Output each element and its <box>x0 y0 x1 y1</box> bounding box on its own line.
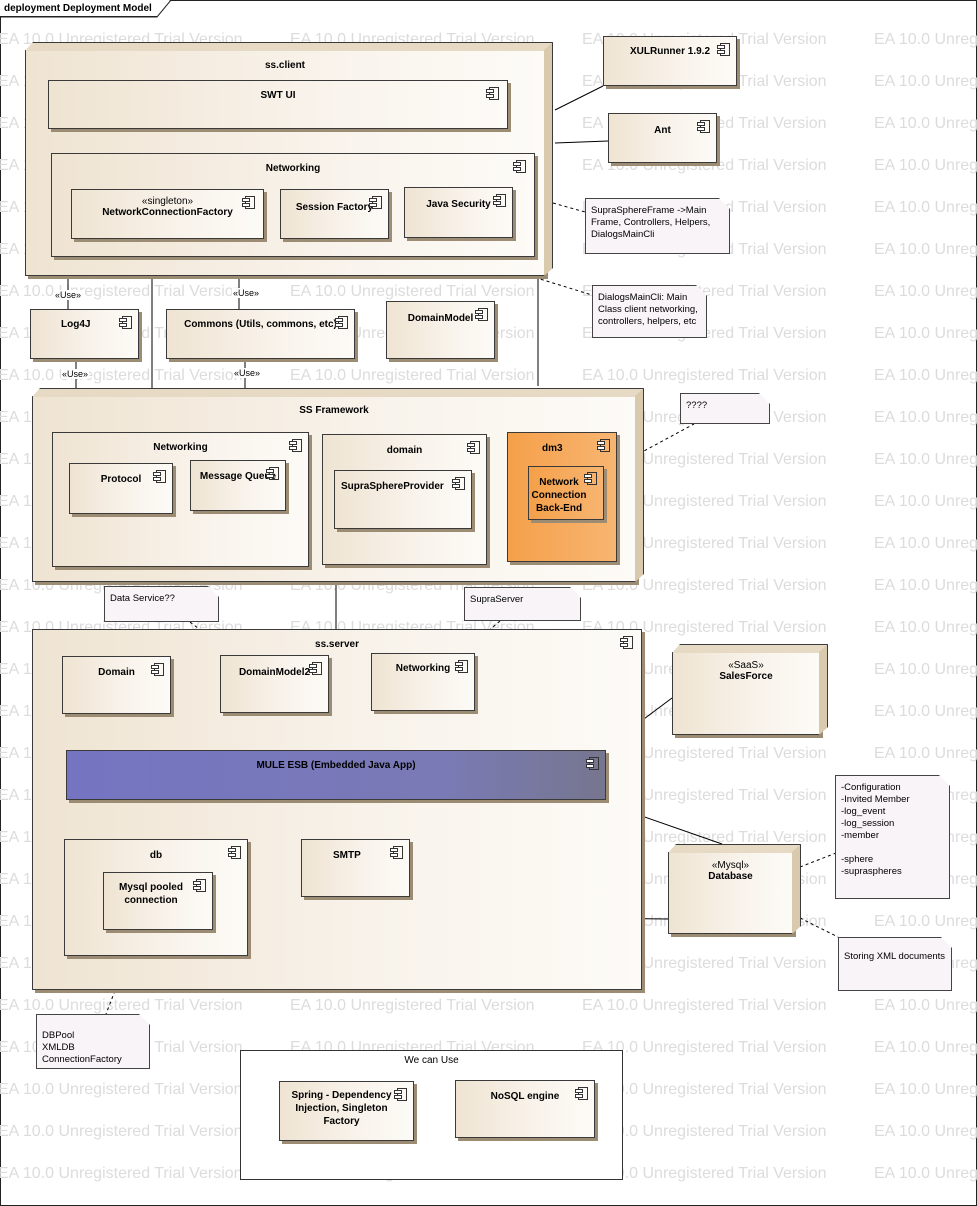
salesforce-node[interactable]: «SaaS» SalesForce <box>672 652 820 735</box>
component-icon <box>151 663 164 676</box>
component-icon <box>597 439 610 452</box>
database-node[interactable]: «Mysql» Database <box>668 852 793 934</box>
frame-title: deployment Deployment Model <box>0 0 170 17</box>
component-icon <box>266 467 279 480</box>
component-icon <box>335 316 348 329</box>
component-icon <box>620 636 633 649</box>
component-icon <box>717 43 730 56</box>
note-data-service: Data Service?? <box>104 586 219 622</box>
component-icon <box>153 470 166 483</box>
db-title: db <box>149 850 163 861</box>
component-icon <box>493 194 506 207</box>
component-icon <box>452 477 465 490</box>
client-networking-title: Networking <box>265 163 321 174</box>
component-icon <box>394 1088 407 1101</box>
domain-model-component[interactable]: DomainModel <box>386 301 495 359</box>
xulrunner-component[interactable]: XULRunner 1.9.2 <box>603 36 737 86</box>
mysql-pooled-component[interactable]: Mysql pooled connection <box>103 872 213 930</box>
smtp-component[interactable]: SMTP <box>301 839 410 897</box>
component-icon <box>119 316 132 329</box>
note-question: ???? <box>680 393 770 424</box>
component-icon <box>586 757 599 770</box>
ncf-title: NetworkConnectionFactory <box>102 207 233 218</box>
spring-component[interactable]: Spring - Dependency Injection, Singleton… <box>279 1081 414 1141</box>
ss-client-title: ss.client <box>264 60 306 71</box>
message-queue-component[interactable]: Message Queue <box>190 460 286 511</box>
component-icon <box>584 472 597 485</box>
note-suprasphere-frame: SupraSphereFrame ->Main Frame, Controlle… <box>585 198 730 254</box>
ss-server-title: ss.server <box>315 639 359 650</box>
use-label: «Use» <box>233 368 262 378</box>
swt-ui-component[interactable]: SWT UI <box>48 80 508 129</box>
protocol-component[interactable]: Protocol <box>69 463 173 514</box>
swt-ui-title: SWT UI <box>260 90 296 101</box>
java-security-component[interactable]: Java Security <box>404 187 513 238</box>
component-icon <box>289 439 302 452</box>
framework-networking-title: Networking <box>153 442 208 453</box>
commons-title: Commons (Utils, commons, etc) <box>184 319 337 330</box>
salesforce-stereotype: «SaaS» <box>728 660 764 671</box>
salesforce-title: SalesForce <box>719 671 773 682</box>
note-db-tables: -Configuration -Invited Member -log_even… <box>835 775 950 899</box>
log4j-component[interactable]: Log4J <box>30 309 139 359</box>
use-label: «Use» <box>232 288 261 298</box>
nosql-component[interactable]: NoSQL engine <box>455 1080 595 1138</box>
nosql-title: NoSQL engine <box>490 1091 560 1102</box>
note-dbpool: DBPool XMLDB ConnectionFactory <box>36 1014 150 1069</box>
database-title: Database <box>708 871 753 882</box>
mule-esb-component[interactable]: MULE ESB (Embedded Java App) <box>66 750 606 800</box>
component-icon <box>228 846 241 859</box>
use-label: «Use» <box>54 290 83 300</box>
component-icon <box>475 308 488 321</box>
commons-component[interactable]: Commons (Utils, commons, etc) <box>166 309 355 359</box>
ss-framework-title: SS Framework <box>299 405 369 416</box>
database-stereotype: «Mysql» <box>711 860 750 871</box>
we-can-use-title: We can Use <box>404 1055 459 1066</box>
suprasphere-provider-title: SupraSphereProvider <box>341 481 444 492</box>
component-icon <box>575 1087 588 1100</box>
component-icon <box>242 196 255 209</box>
session-factory-component[interactable]: Session Factory <box>280 189 389 239</box>
component-icon <box>486 87 499 100</box>
network-connection-factory-component[interactable]: «singleton» NetworkConnectionFactory <box>71 189 264 239</box>
component-icon <box>369 196 382 209</box>
note-xml-documents: Storing XML documents <box>838 937 952 991</box>
domain-model2-component[interactable]: DomainModel2 <box>220 655 329 713</box>
server-domain-component[interactable]: Domain <box>62 656 171 714</box>
use-label: «Use» <box>61 369 90 379</box>
note-supra-server: SupraServer <box>464 587 581 621</box>
server-networking-component[interactable]: Networking <box>371 653 475 711</box>
component-icon <box>697 120 710 133</box>
network-connection-backend-component[interactable]: Network Connection Back-End <box>528 466 604 520</box>
mule-esb-title: MULE ESB (Embedded Java App) <box>256 760 416 771</box>
ncf-stereotype: «singleton» <box>141 196 194 207</box>
ant-component[interactable]: Ant <box>608 113 717 163</box>
component-icon <box>513 160 526 173</box>
framework-domain-title: domain <box>386 445 423 456</box>
component-icon <box>193 879 206 892</box>
suprasphere-provider-component[interactable]: SupraSphereProvider <box>334 470 472 529</box>
note-dialogs-main-cli: DialogsMainCli: Main Class client networ… <box>592 285 707 338</box>
component-icon <box>455 660 468 673</box>
component-icon <box>390 846 403 859</box>
component-icon <box>309 662 322 675</box>
component-icon <box>467 441 480 454</box>
